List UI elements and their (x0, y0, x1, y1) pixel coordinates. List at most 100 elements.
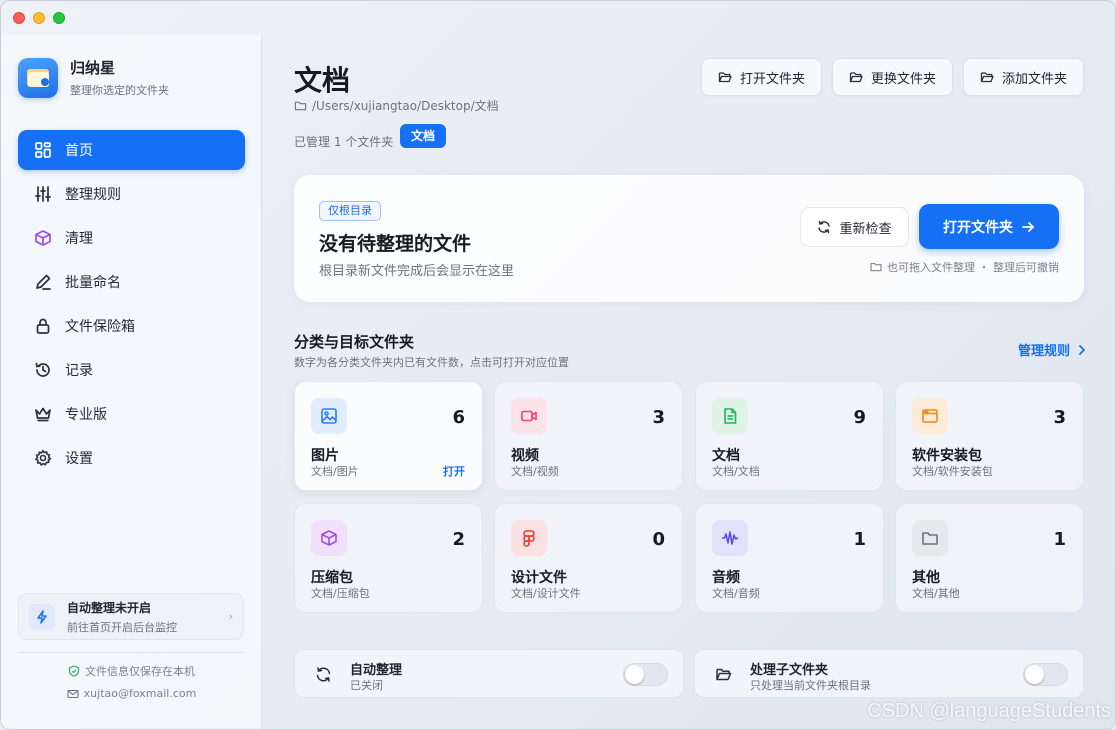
sidebar-item-batch-rename[interactable]: 批量命名 (18, 262, 245, 302)
category-card-other[interactable]: 1 其他 文档/其他 (895, 503, 1084, 613)
watermark: CSDN @languageStudents (867, 700, 1111, 722)
gear-icon (34, 449, 52, 466)
sidebar-item-label: 记录 (65, 363, 93, 379)
category-path: 文档/其他 (912, 587, 960, 600)
category-card-images[interactable]: 6 图片 文档/图片 打开 (294, 381, 483, 491)
refresh-icon (310, 661, 336, 687)
change-folder-button[interactable]: 更换文件夹 (832, 58, 953, 96)
category-path: 文档/文档 (712, 465, 760, 478)
open-category-link[interactable]: 打开 (443, 463, 465, 479)
sidebar-nav: 首页 整理规则 清理 批量命名 文件保险箱 记录 专业版 设置 (18, 130, 245, 482)
auto-organize-status-card[interactable]: 自动整理未开启 前往首页开启后台监控 › (18, 593, 244, 640)
chevron-right-icon (1079, 344, 1085, 355)
app-subtitle: 整理你选定的文件夹 (70, 84, 169, 97)
sidebar-item-cleanup[interactable]: 清理 (18, 218, 245, 258)
category-path: 文档/压缩包 (311, 587, 370, 600)
category-name: 文档 (712, 448, 740, 464)
category-card-audio[interactable]: 1 音频 文档/音频 (695, 503, 884, 613)
sidebar-item-label: 批量命名 (65, 275, 121, 291)
category-path: 文档/视频 (511, 465, 559, 478)
sidebar-item-rules[interactable]: 整理规则 (18, 174, 245, 214)
recheck-button[interactable]: 重新检查 (800, 207, 909, 247)
pending-status-card: 仅根目录 没有待整理的文件 根目录新文件完成后会显示在这里 重新检查 打开文件夹… (294, 175, 1084, 302)
folder-path: /Users/xujiangtao/Desktop/文档 (294, 97, 499, 114)
category-card-archives[interactable]: 2 压缩包 文档/压缩包 (294, 503, 483, 613)
sidebar-item-label: 专业版 (65, 407, 107, 423)
subfolder-setting: 处理子文件夹 只处理当前文件夹根目录 (694, 649, 1084, 698)
drag-hint: 也可拖入文件整理 ・ 整理后可撤销 (870, 259, 1059, 275)
open-folder-button[interactable]: 打开文件夹 (701, 58, 822, 96)
add-folder-button[interactable]: 添加文件夹 (963, 58, 1084, 96)
app-logo (18, 57, 58, 98)
divider (18, 652, 244, 653)
category-card-documents[interactable]: 9 文档 文档/文档 (695, 381, 884, 491)
page-title: 文档 (294, 64, 351, 97)
category-card-videos[interactable]: 3 视频 文档/视频 (494, 381, 683, 491)
contact-email[interactable]: xujtao@foxmail.com (1, 687, 262, 700)
category-count: 3 (1053, 407, 1066, 428)
sidebar-item-label: 首页 (65, 143, 93, 159)
app-window: 归纳星 整理你选定的文件夹 首页 整理规则 清理 批量命名 文件保险箱 记录 专… (0, 0, 1116, 730)
category-count: 2 (452, 529, 465, 550)
auto-status-subtitle: 前往首页开启后台监控 (67, 620, 177, 634)
sidebar-item-history[interactable]: 记录 (18, 350, 245, 390)
subfolder-toggle[interactable] (1023, 663, 1068, 686)
sidebar-item-label: 整理规则 (65, 187, 121, 203)
auto-organize-toggle[interactable] (623, 663, 668, 686)
close-window-button[interactable] (13, 12, 25, 24)
sidebar-item-settings[interactable]: 设置 (18, 438, 245, 478)
mail-icon (67, 689, 79, 698)
titlebar (1, 1, 1115, 35)
category-name: 图片 (311, 448, 339, 464)
arrow-right-icon (1022, 221, 1034, 232)
folder-open-icon (710, 661, 736, 687)
category-card-installers[interactable]: 3 软件安装包 文档/软件安装包 (895, 381, 1084, 491)
audio-icon (712, 520, 748, 556)
managed-count: 已管理 1 个文件夹 (294, 135, 394, 149)
category-count: 6 (452, 407, 465, 428)
category-name: 软件安装包 (912, 448, 982, 464)
sidebar-item-pro[interactable]: 专业版 (18, 394, 245, 434)
categories-subtitle: 数字为各分类文件夹内已有文件数，点击可打开对应位置 (294, 356, 569, 369)
main-content: 文档 /Users/xujiangtao/Desktop/文档 已管理 1 个文… (263, 35, 1115, 729)
auto-organize-setting: 自动整理 已关闭 (294, 649, 684, 698)
lightning-icon (29, 603, 55, 630)
crown-icon (35, 407, 51, 422)
category-path: 文档/图片 (311, 465, 359, 478)
zoom-window-button[interactable] (53, 12, 65, 24)
sidebar-item-home[interactable]: 首页 (18, 130, 245, 170)
category-count: 1 (853, 529, 866, 550)
box-icon (35, 230, 51, 246)
sidebar-item-label: 清理 (65, 231, 93, 247)
sidebar-item-vault[interactable]: 文件保险箱 (18, 306, 245, 346)
setting-subtitle: 已关闭 (350, 679, 383, 692)
category-count: 1 (1053, 529, 1066, 550)
folder-open-icon (718, 72, 732, 83)
app-name: 归纳星 (70, 59, 116, 77)
open-folder-primary-button[interactable]: 打开文件夹 (919, 204, 1059, 249)
sidebar: 归纳星 整理你选定的文件夹 首页 整理规则 清理 批量命名 文件保险箱 记录 专… (1, 35, 262, 729)
document-icon (712, 398, 748, 434)
root-only-tag: 仅根目录 (319, 201, 381, 221)
setting-title: 自动整理 (350, 663, 403, 678)
category-name: 其他 (912, 570, 940, 586)
figma-icon (511, 520, 547, 556)
folder-icon (870, 262, 882, 272)
auto-status-title: 自动整理未开启 (67, 600, 152, 615)
manage-rules-link[interactable]: 管理规则 (1018, 340, 1088, 359)
refresh-icon (818, 220, 831, 234)
category-path: 文档/设计文件 (511, 587, 581, 600)
folder-open-icon (980, 72, 994, 83)
category-card-design[interactable]: 0 设计文件 文档/设计文件 (494, 503, 683, 613)
grid-icon (35, 142, 51, 158)
folder-open-icon (849, 72, 863, 83)
category-name: 视频 (511, 448, 539, 464)
folder-chip[interactable]: 文档 (400, 124, 447, 148)
setting-title: 处理子文件夹 (750, 663, 829, 678)
pen-icon (36, 274, 51, 290)
lock-icon (36, 318, 50, 334)
category-count: 9 (853, 407, 866, 428)
category-count: 3 (652, 407, 665, 428)
minimize-window-button[interactable] (33, 12, 45, 24)
privacy-note: 文件信息仅保存在本机 (1, 663, 262, 679)
